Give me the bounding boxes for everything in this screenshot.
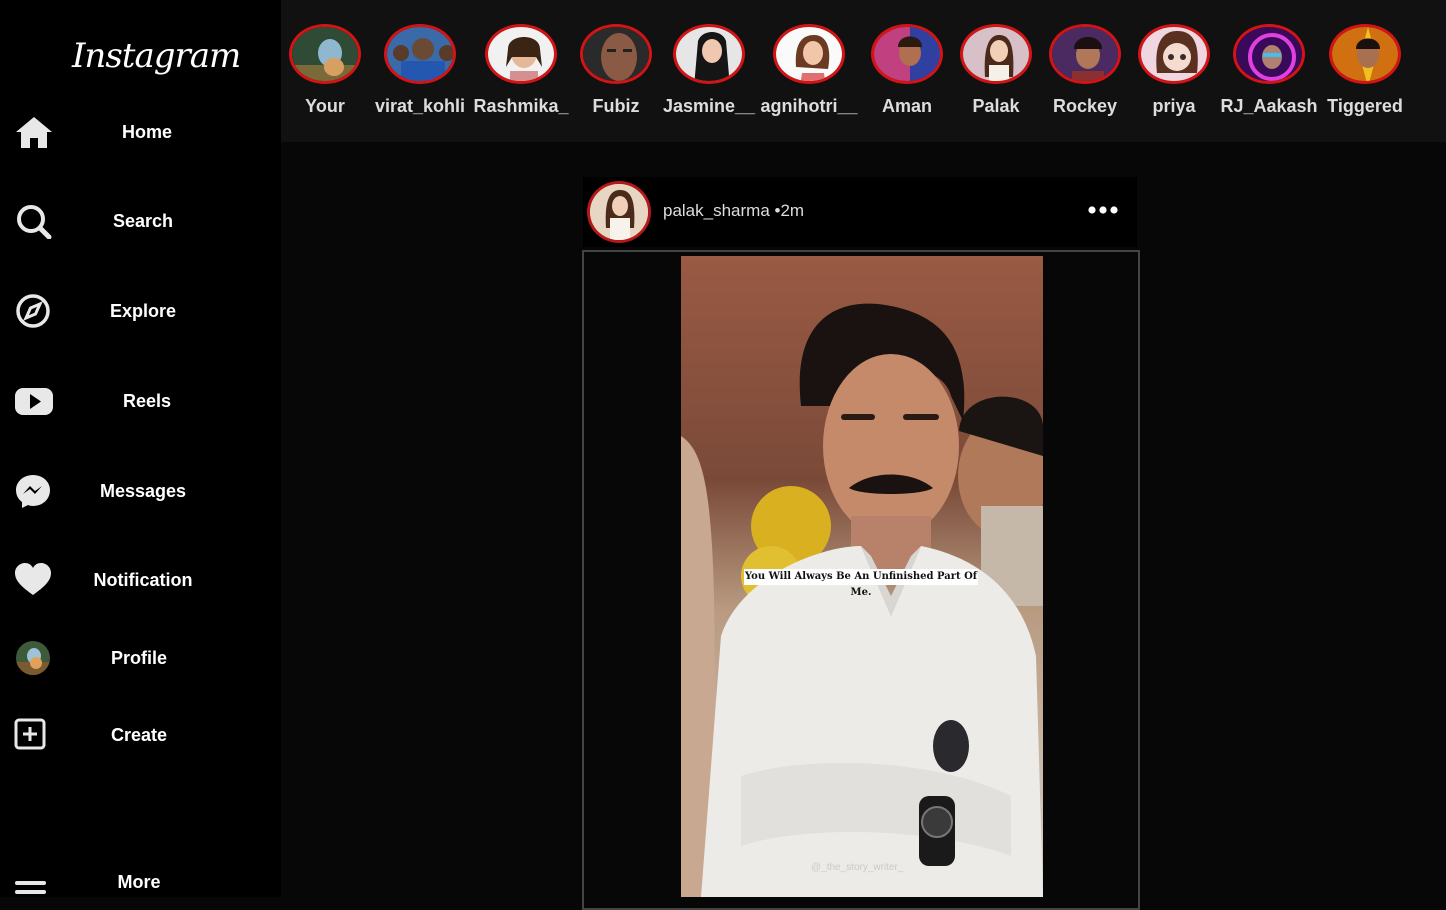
avatar [14, 640, 54, 676]
sidebar-item-label: Profile [110, 647, 167, 668]
sidebar-item-notification[interactable]: Notification [0, 555, 281, 605]
youtube-icon [14, 383, 54, 419]
story-item[interactable]: Rockey [1037, 24, 1133, 134]
story-label: Fubiz [592, 96, 640, 116]
menu-icon [10, 862, 50, 898]
post-author-avatar[interactable] [587, 181, 651, 243]
story-label: Your [305, 96, 345, 116]
sidebar-item-label: Explore [109, 300, 177, 321]
story-avatar [871, 24, 943, 84]
home-icon [14, 114, 54, 150]
sidebar-item-label: Home [121, 121, 172, 142]
sidebar-item-more[interactable]: More [0, 855, 281, 905]
video-watermark: @_the_story_writer_ [811, 862, 904, 873]
story-item[interactable]: Your [277, 24, 373, 134]
story-label: priya [1152, 96, 1196, 116]
sidebar-item-profile[interactable]: Profile [0, 633, 281, 683]
sidebar-item-label: Messages [99, 480, 187, 501]
messenger-icon [14, 473, 54, 509]
story-item[interactable]: Rashmika_ [473, 24, 569, 134]
story-avatar [673, 24, 745, 84]
instagram-logo[interactable]: Instagram [72, 36, 241, 86]
sidebar-item-label: More [117, 871, 161, 892]
sidebar-item-explore[interactable]: Explore [0, 286, 281, 336]
story-item[interactable]: Tiggered [1317, 24, 1413, 134]
plus-square-icon [10, 717, 50, 753]
sidebar-item-label: Reels [122, 390, 172, 411]
story-item[interactable]: virat_kohli [372, 24, 468, 134]
story-item[interactable]: Palak [948, 24, 1044, 134]
post-header: palak_sharma •2m [583, 177, 1137, 247]
post-username[interactable]: palak_sharma [663, 201, 770, 220]
sidebar: Instagram Home Search Explore Reels Mess… [0, 0, 281, 897]
sidebar-item-create[interactable]: Create [0, 710, 281, 760]
story-avatar [485, 24, 557, 84]
story-avatar [580, 24, 652, 84]
story-avatar [384, 24, 456, 84]
story-avatar [773, 24, 845, 84]
post-time: •2m [774, 201, 805, 220]
story-label: virat_kohli [374, 96, 466, 116]
story-label: Jasmine__ [662, 96, 756, 116]
search-icon [14, 203, 54, 239]
story-avatar [1138, 24, 1210, 84]
story-item[interactable]: Aman [859, 24, 955, 134]
story-item[interactable]: priya [1126, 24, 1222, 134]
video-caption: You Will Always Be An Unfinished Part Of… [744, 569, 978, 598]
heart-icon [14, 562, 54, 598]
story-item[interactable]: Jasmine__ [661, 24, 757, 134]
stories-bar: Your virat_kohli Rashmika_ Fubiz Jasmine… [281, 0, 1446, 142]
sidebar-item-label: Search [112, 210, 174, 231]
story-item[interactable]: RJ_Aakash [1220, 24, 1318, 134]
sidebar-item-home[interactable]: Home [0, 107, 281, 157]
post-media[interactable]: You Will Always Be An Unfinished Part Of… [681, 256, 1043, 897]
story-label: Rashmika_ [473, 96, 569, 116]
story-label: Tiggered [1327, 96, 1403, 116]
story-avatar [289, 24, 361, 84]
sidebar-item-reels[interactable]: Reels [0, 376, 281, 426]
sidebar-item-label: Notification [93, 569, 193, 590]
more-options-icon[interactable] [1085, 195, 1121, 225]
story-item[interactable]: agnihotri__ [760, 24, 858, 134]
story-label: RJ_Aakash [1220, 96, 1318, 116]
story-avatar [1233, 24, 1305, 84]
post-username-line[interactable]: palak_sharma •2m [663, 201, 804, 221]
compass-icon [14, 293, 54, 329]
story-avatar [1329, 24, 1401, 84]
story-label: agnihotri__ [760, 96, 858, 116]
sidebar-item-search[interactable]: Search [0, 196, 281, 246]
story-item[interactable]: Fubiz [568, 24, 664, 134]
story-avatar [960, 24, 1032, 84]
story-avatar [1049, 24, 1121, 84]
sidebar-item-label: Create [110, 724, 168, 745]
sidebar-item-messages[interactable]: Messages [0, 466, 281, 516]
